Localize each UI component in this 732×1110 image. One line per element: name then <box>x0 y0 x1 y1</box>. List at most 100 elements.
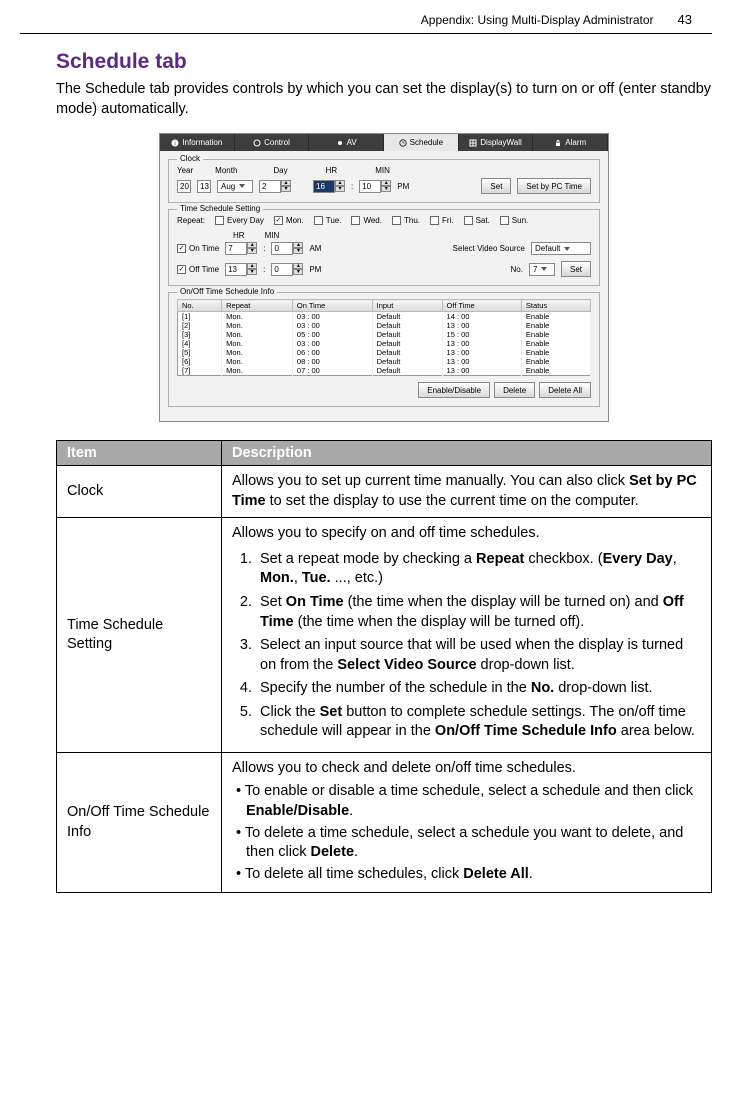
table-row[interactable]: [5]Mon.06 : 00Default13 : 00Enable <box>178 348 591 357</box>
off-hour-spinner[interactable]: ▴▾ <box>247 263 257 276</box>
table-row[interactable]: [1]Mon.03 : 00Default14 : 00Enable <box>178 312 591 322</box>
info-group-title: On/Off Time Schedule Info <box>177 287 277 296</box>
repeat-label: Repeat: <box>177 216 205 225</box>
table-row: Clock Allows you to set up current time … <box>57 466 712 518</box>
desc-onoff-info: Allows you to check and delete on/off ti… <box>222 752 712 892</box>
list-item: To delete a time schedule, select a sche… <box>232 824 701 863</box>
sun-icon <box>336 139 344 147</box>
tab-control[interactable]: Control <box>235 134 310 151</box>
desc-time-schedule-setting: Allows you to specify on and off time sc… <box>222 518 712 753</box>
list-item: Set On Time (the time when the display w… <box>256 593 701 632</box>
off-min-field[interactable]: 0 <box>271 263 293 276</box>
chevron-down-icon <box>564 247 570 251</box>
set-by-pc-time-button[interactable]: Set by PC Time <box>517 178 591 194</box>
tab-schedule[interactable]: Schedule <box>384 134 459 151</box>
day-spinner[interactable]: ▴▾ <box>281 180 291 193</box>
repeat-day-checkbox[interactable]: Sun. <box>500 216 528 225</box>
intro-paragraph: The Schedule tab provides controls by wh… <box>56 80 712 119</box>
minute-spinner[interactable]: ▴▾ <box>381 180 391 193</box>
item-onoff-info: On/Off Time Schedule Info <box>57 752 222 892</box>
min-label: MIN <box>375 166 390 175</box>
repeat-day-checkbox[interactable]: Thu. <box>392 216 420 225</box>
table-row: Time Schedule Setting Allows you to spec… <box>57 518 712 753</box>
repeat-day-checkbox[interactable]: Tue. <box>314 216 342 225</box>
year-label: Year <box>177 166 193 175</box>
month-select[interactable]: Aug <box>217 180 253 193</box>
list-item: Specify the number of the schedule in th… <box>256 679 701 699</box>
tab-av[interactable]: AV <box>309 134 384 151</box>
on-min-spinner[interactable]: ▴▾ <box>293 242 303 255</box>
day-field[interactable]: 2 <box>259 180 281 193</box>
running-header: Appendix: Using Multi-Display Administra… <box>0 0 732 33</box>
header-description: Description <box>222 441 712 466</box>
tab-displaywall[interactable]: DisplayWall <box>459 134 534 151</box>
hour-spinner[interactable]: ▴▾ <box>335 180 345 193</box>
column-header: Status <box>521 300 590 312</box>
tss-min-label: MIN <box>265 231 280 240</box>
on-hour-spinner[interactable]: ▴▾ <box>247 242 257 255</box>
hour-field[interactable]: 16 <box>313 180 335 193</box>
day-label: Day <box>273 166 287 175</box>
no-select[interactable]: 7 <box>529 263 555 276</box>
on-min-field[interactable]: 0 <box>271 242 293 255</box>
year-field-2[interactable]: 13 <box>197 180 211 193</box>
enable-disable-button[interactable]: Enable/Disable <box>418 382 490 398</box>
schedule-set-button[interactable]: Set <box>561 261 591 277</box>
off-hour-field[interactable]: 13 <box>225 263 247 276</box>
tss-hr-label: HR <box>233 231 245 240</box>
clock-icon <box>399 139 407 147</box>
column-header: On Time <box>292 300 372 312</box>
off-time-checkbox[interactable]: ✓Off Time <box>177 265 219 274</box>
table-row[interactable]: [6]Mon.08 : 00Default13 : 00Enable <box>178 357 591 366</box>
column-header: Repeat <box>222 300 293 312</box>
lock-icon <box>554 139 562 147</box>
screenshot-tabs: iInformation Control AV Schedule Display… <box>160 134 608 151</box>
table-row[interactable]: [3]Mon.05 : 00Default15 : 00Enable <box>178 330 591 339</box>
repeat-day-checkbox[interactable]: Sat. <box>464 216 490 225</box>
item-clock: Clock <box>57 466 222 518</box>
header-title: Appendix: Using Multi-Display Administra… <box>421 13 654 27</box>
schedule-info-table[interactable]: No.RepeatOn TimeInputOff TimeStatus [1]M… <box>177 299 591 376</box>
delete-button[interactable]: Delete <box>494 382 535 398</box>
onoff-info-group: On/Off Time Schedule Info No.RepeatOn Ti… <box>168 292 600 407</box>
table-row[interactable]: [7]Mon.07 : 00Default13 : 00Enable <box>178 366 591 376</box>
on-hour-field[interactable]: 7 <box>225 242 247 255</box>
column-header: Input <box>372 300 442 312</box>
on-time-checkbox[interactable]: ✓On Time <box>177 244 219 253</box>
time-schedule-setting-group: Time Schedule Setting Repeat: Every Day✓… <box>168 209 600 286</box>
off-ampm-label: PM <box>309 265 321 274</box>
table-row: On/Off Time Schedule Info Allows you to … <box>57 752 712 892</box>
repeat-day-checkbox[interactable]: Wed. <box>351 216 382 225</box>
clock-group-title: Clock <box>177 154 203 163</box>
tab-alarm[interactable]: Alarm <box>533 134 608 151</box>
table-row[interactable]: [2]Mon.03 : 00Default13 : 00Enable <box>178 321 591 330</box>
list-item: Select an input source that will be used… <box>256 636 701 675</box>
chevron-down-icon <box>541 267 547 271</box>
tss-group-title: Time Schedule Setting <box>177 204 263 213</box>
tab-information[interactable]: iInformation <box>160 134 235 151</box>
no-label: No. <box>511 265 523 274</box>
desc-clock: Allows you to set up current time manual… <box>222 466 712 518</box>
video-source-select[interactable]: Default <box>531 242 591 255</box>
column-header: Off Time <box>442 300 521 312</box>
repeat-day-checkbox[interactable]: ✓Mon. <box>274 216 304 225</box>
minute-field[interactable]: 10 <box>359 180 381 193</box>
off-min-spinner[interactable]: ▴▾ <box>293 263 303 276</box>
info-icon: i <box>171 139 179 147</box>
repeat-day-checkbox[interactable]: Every Day <box>215 216 264 225</box>
item-time-schedule-setting: Time Schedule Setting <box>57 518 222 753</box>
section-title: Schedule tab <box>56 50 712 74</box>
hr-label: HR <box>326 166 338 175</box>
month-label: Month <box>215 166 237 175</box>
clock-set-button[interactable]: Set <box>481 178 511 194</box>
list-item: Set a repeat mode by checking a Repeat c… <box>256 550 701 589</box>
chevron-down-icon <box>239 184 245 188</box>
repeat-day-checkbox[interactable]: Fri. <box>430 216 454 225</box>
column-header: No. <box>178 300 222 312</box>
year-field-1[interactable]: 20 <box>177 180 191 193</box>
delete-all-button[interactable]: Delete All <box>539 382 591 398</box>
list-item: To enable or disable a time schedule, se… <box>232 782 701 821</box>
table-row[interactable]: [4]Mon.03 : 00Default13 : 00Enable <box>178 339 591 348</box>
schedule-screenshot: iInformation Control AV Schedule Display… <box>159 133 609 422</box>
list-item: To delete all time schedules, click Dele… <box>232 865 701 885</box>
